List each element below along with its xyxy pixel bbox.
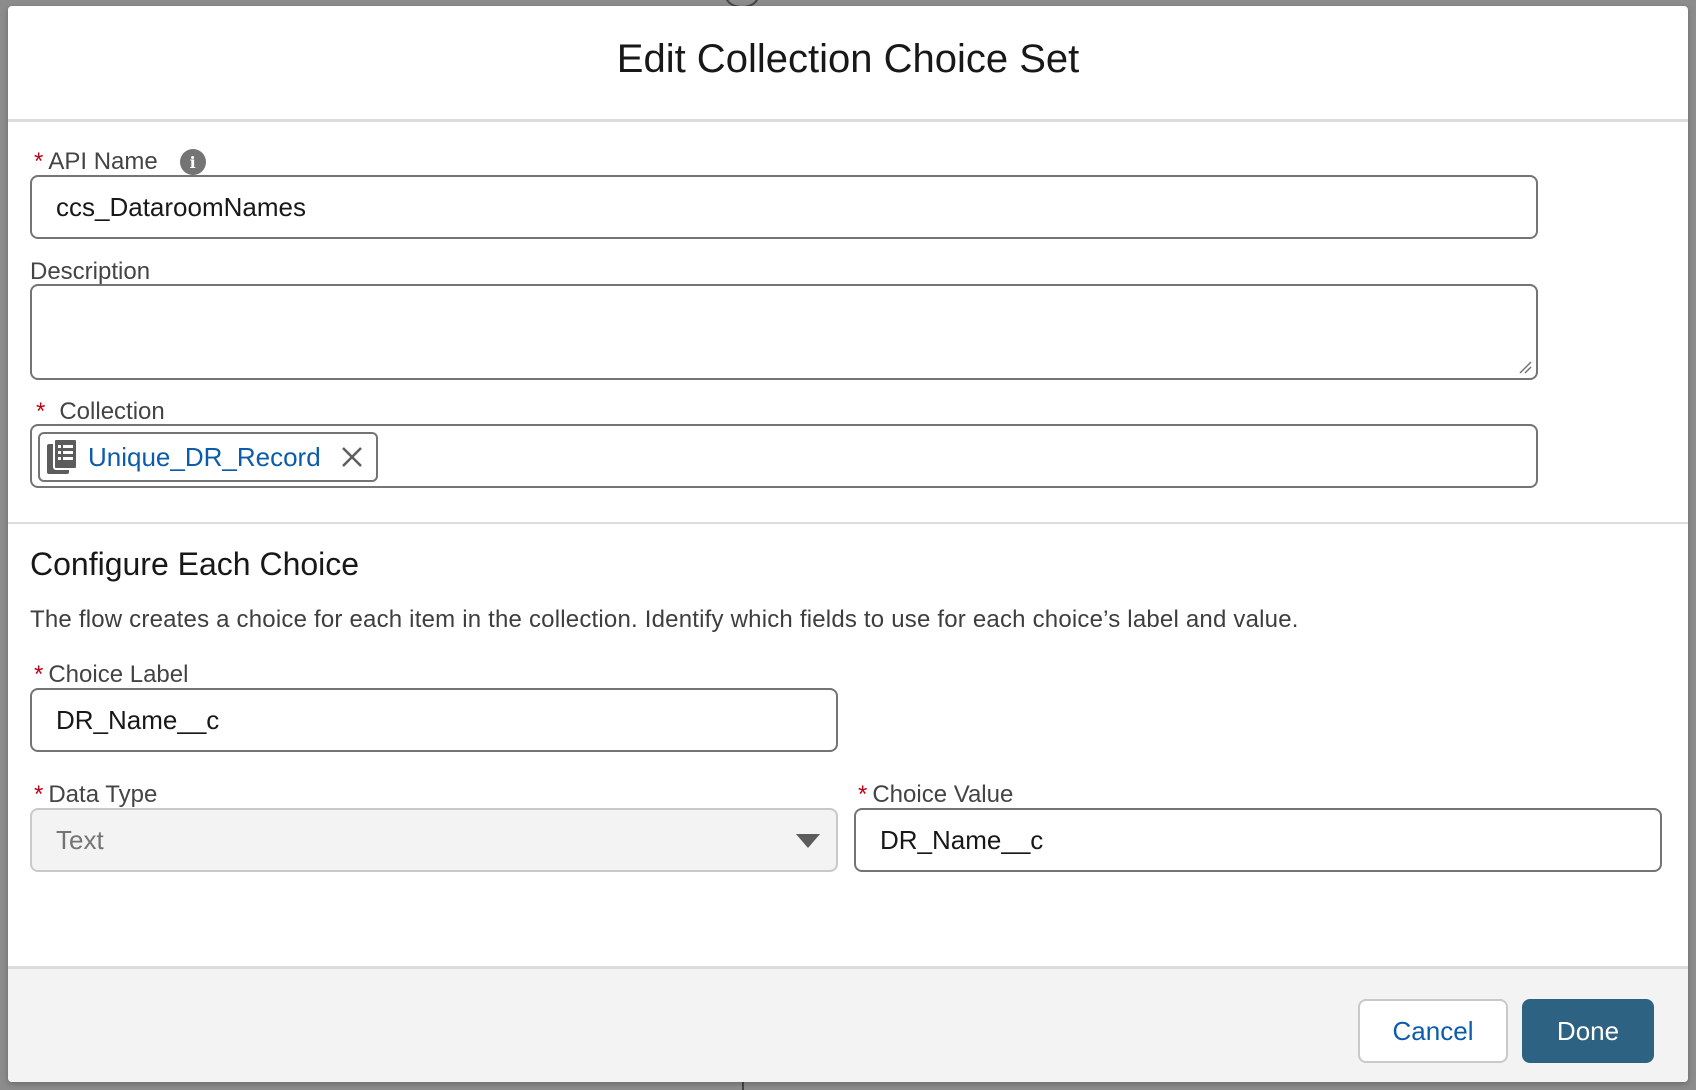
modal-title: Edit Collection Choice Set [616, 37, 1080, 81]
choice-label-value: DR_Name__c [56, 704, 220, 735]
edit-collection-choice-set-modal: Edit Collection Choice Set * API Name i … [8, 6, 1688, 1082]
collection-pill[interactable]: Unique_DR_Record [38, 432, 378, 482]
choice-label-label-text: Choice Label [48, 661, 189, 688]
collection-label: * Collection [36, 398, 165, 426]
data-type-label-text: Data Type [48, 781, 158, 808]
description-textarea[interactable] [30, 284, 1538, 380]
required-marker: * [34, 781, 44, 808]
api-name-input[interactable]: ccs_DataroomNames [30, 175, 1538, 239]
resize-handle-icon[interactable] [1518, 360, 1532, 374]
chevron-down-icon [796, 834, 820, 848]
description-label-text: Description [30, 258, 151, 285]
modal-header: Edit Collection Choice Set [8, 6, 1688, 122]
section-divider [8, 522, 1688, 524]
collection-pill-label[interactable]: Unique_DR_Record [88, 442, 336, 473]
info-icon[interactable]: i [179, 149, 206, 175]
collection-resource-icon [44, 437, 80, 477]
collection-lookup[interactable]: Unique_DR_Record [30, 424, 1538, 488]
choice-label-label: * Choice Label [34, 661, 188, 689]
required-marker: * [34, 661, 44, 688]
required-marker: * [34, 148, 44, 175]
required-marker: * [858, 781, 868, 808]
cancel-button[interactable]: Cancel [1358, 999, 1508, 1063]
choice-value-label-text: Choice Value [872, 781, 1014, 808]
api-name-label: * API Name i [34, 148, 206, 176]
required-marker: * [36, 398, 46, 425]
api-name-label-text: API Name [48, 148, 158, 175]
api-name-value: ccs_DataroomNames [56, 191, 306, 222]
data-type-select: Text [30, 808, 838, 872]
choice-label-input[interactable]: DR_Name__c [30, 688, 838, 752]
data-type-label: * Data Type [34, 781, 157, 809]
modal-footer: Cancel Done [8, 966, 1688, 1082]
choice-value-label: * Choice Value [858, 781, 1013, 809]
close-icon[interactable] [336, 441, 368, 473]
done-button[interactable]: Done [1522, 999, 1654, 1063]
choice-value-value: DR_Name__c [880, 824, 1044, 855]
data-type-value: Text [56, 824, 104, 855]
configure-help-text: The flow creates a choice for each item … [30, 606, 1299, 633]
collection-label-text: Collection [59, 398, 165, 425]
configure-section-title: Configure Each Choice [30, 546, 360, 582]
description-label: Description [30, 258, 150, 286]
choice-value-input[interactable]: DR_Name__c [854, 808, 1662, 872]
